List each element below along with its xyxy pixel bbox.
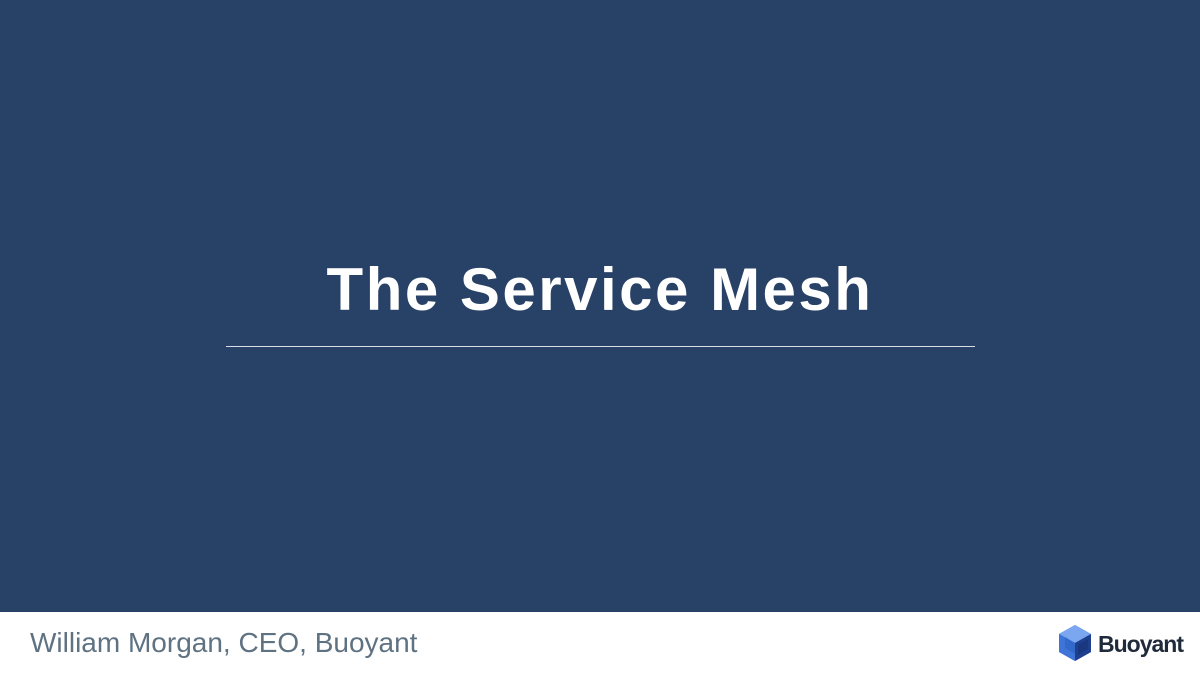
slide-title: The Service Mesh xyxy=(326,256,874,323)
buoyant-logo: Buoyant xyxy=(1058,624,1184,664)
slide: The Service Mesh William Morgan, CEO, Bu… xyxy=(0,0,1200,675)
logo-wordmark: Buoyant xyxy=(1098,631,1184,657)
title-divider xyxy=(226,346,975,347)
presenter-credit: William Morgan, CEO, Buoyant xyxy=(30,627,418,658)
cube-logo-icon xyxy=(1059,625,1091,661)
